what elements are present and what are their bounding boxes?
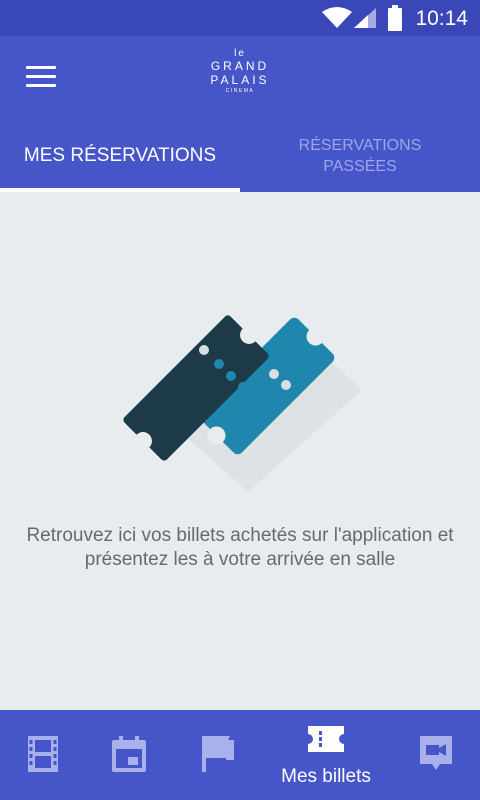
hamburger-icon	[26, 66, 56, 69]
tab-label: RÉSERVATIONS PASSÉES	[298, 137, 422, 175]
grand-palais-logo: le GRAND PALAIS CINEMA	[208, 48, 272, 110]
menu-button[interactable]	[26, 66, 58, 90]
nav-videos[interactable]	[390, 710, 480, 800]
perforation-dot	[199, 345, 209, 355]
nav-calendar[interactable]	[86, 710, 172, 800]
perforation-dot	[238, 382, 248, 392]
nav-events[interactable]	[172, 710, 262, 800]
perforation-dot	[281, 380, 291, 390]
tab-label: MES RÉSERVATIONS	[23, 145, 217, 166]
tab-mes-reservations[interactable]: MES RÉSERVATIONS	[0, 120, 240, 192]
nav-films[interactable]	[0, 710, 86, 800]
hamburger-icon-line	[26, 84, 56, 87]
perforation-dot	[214, 359, 224, 369]
calendar-icon	[112, 736, 146, 772]
empty-state-message: Retrouvez ici vos billets achetés sur l'…	[26, 525, 454, 570]
status-bar: 10:14	[0, 0, 480, 36]
app-bar: le GRAND PALAIS CINEMA	[0, 36, 480, 120]
tickets-illustration	[123, 315, 362, 492]
logo-line-3: PALAIS	[210, 73, 270, 87]
nav-mes-billets[interactable]: Mes billets	[276, 710, 376, 800]
film-icon	[28, 736, 58, 772]
wifi-icon	[322, 7, 352, 28]
bottom-navigation: Mes billets	[0, 710, 480, 800]
flag-icon	[202, 736, 234, 772]
video-icon	[420, 736, 452, 770]
perforation-dot	[226, 371, 236, 381]
perforation-dot	[269, 369, 279, 379]
logo-line-1: le	[234, 48, 246, 59]
status-time: 10:14	[415, 7, 468, 30]
tab-reservations-passees[interactable]: RÉSERVATIONS PASSÉES	[240, 120, 480, 192]
ticket-icon	[308, 726, 344, 752]
empty-reservations: Retrouvez ici vos billets achetés sur l'…	[0, 192, 480, 710]
nav-label-mes-billets: Mes billets	[281, 766, 371, 787]
reservation-tabs: MES RÉSERVATIONS RÉSERVATIONS PASSÉES	[0, 120, 480, 192]
hamburger-icon-line	[26, 75, 56, 78]
logo-line-2: GRAND	[210, 59, 270, 73]
cell-signal-icon	[354, 8, 376, 28]
battery-icon	[388, 5, 402, 31]
logo-line-4: CINEMA	[225, 88, 255, 94]
